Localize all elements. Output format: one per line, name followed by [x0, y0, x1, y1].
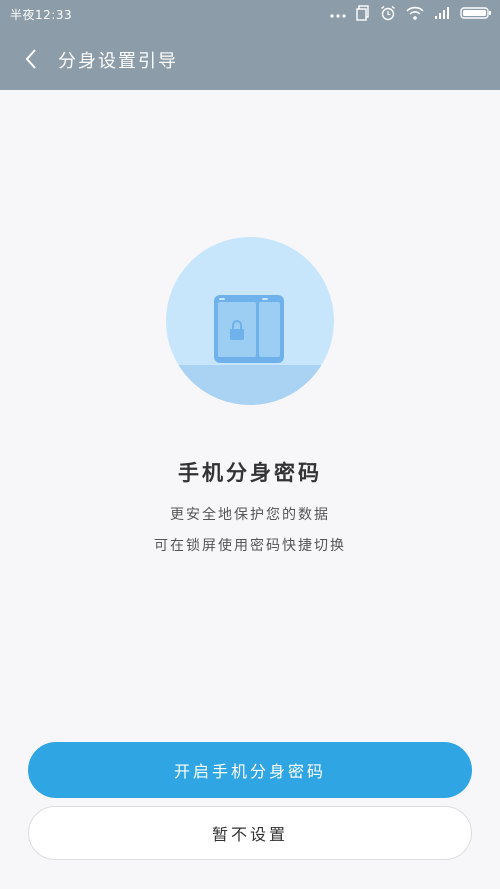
skip-label: 暂不设置 — [211, 825, 288, 844]
wifi-icon — [406, 6, 424, 20]
battery-icon — [460, 7, 491, 19]
phone-lock-illustration — [166, 237, 334, 405]
enable-password-label: 开启手机分身密码 — [173, 762, 326, 781]
status-bar: 半夜12:33 — [0, 0, 500, 28]
title-bar: 分身设置引导 — [0, 28, 500, 90]
signal-icon — [435, 7, 449, 19]
chevron-left-icon — [25, 49, 36, 69]
status-icons — [330, 5, 492, 21]
dots-icon — [330, 14, 346, 18]
skip-button[interactable]: 暂不设置 — [28, 806, 472, 860]
phone-icon — [214, 295, 284, 363]
enable-password-button[interactable]: 开启手机分身密码 — [28, 742, 472, 798]
alarm-icon — [381, 5, 395, 21]
back-button[interactable] — [14, 42, 48, 76]
feature-description-2: 可在锁屏使用密码快捷切换 — [154, 538, 346, 554]
status-time: 半夜12:33 — [10, 8, 73, 22]
sim-icon — [356, 5, 369, 21]
feature-heading: 手机分身密码 — [178, 461, 322, 485]
page-title: 分身设置引导 — [58, 51, 178, 72]
feature-description-1: 更安全地保护您的数据 — [170, 507, 330, 523]
